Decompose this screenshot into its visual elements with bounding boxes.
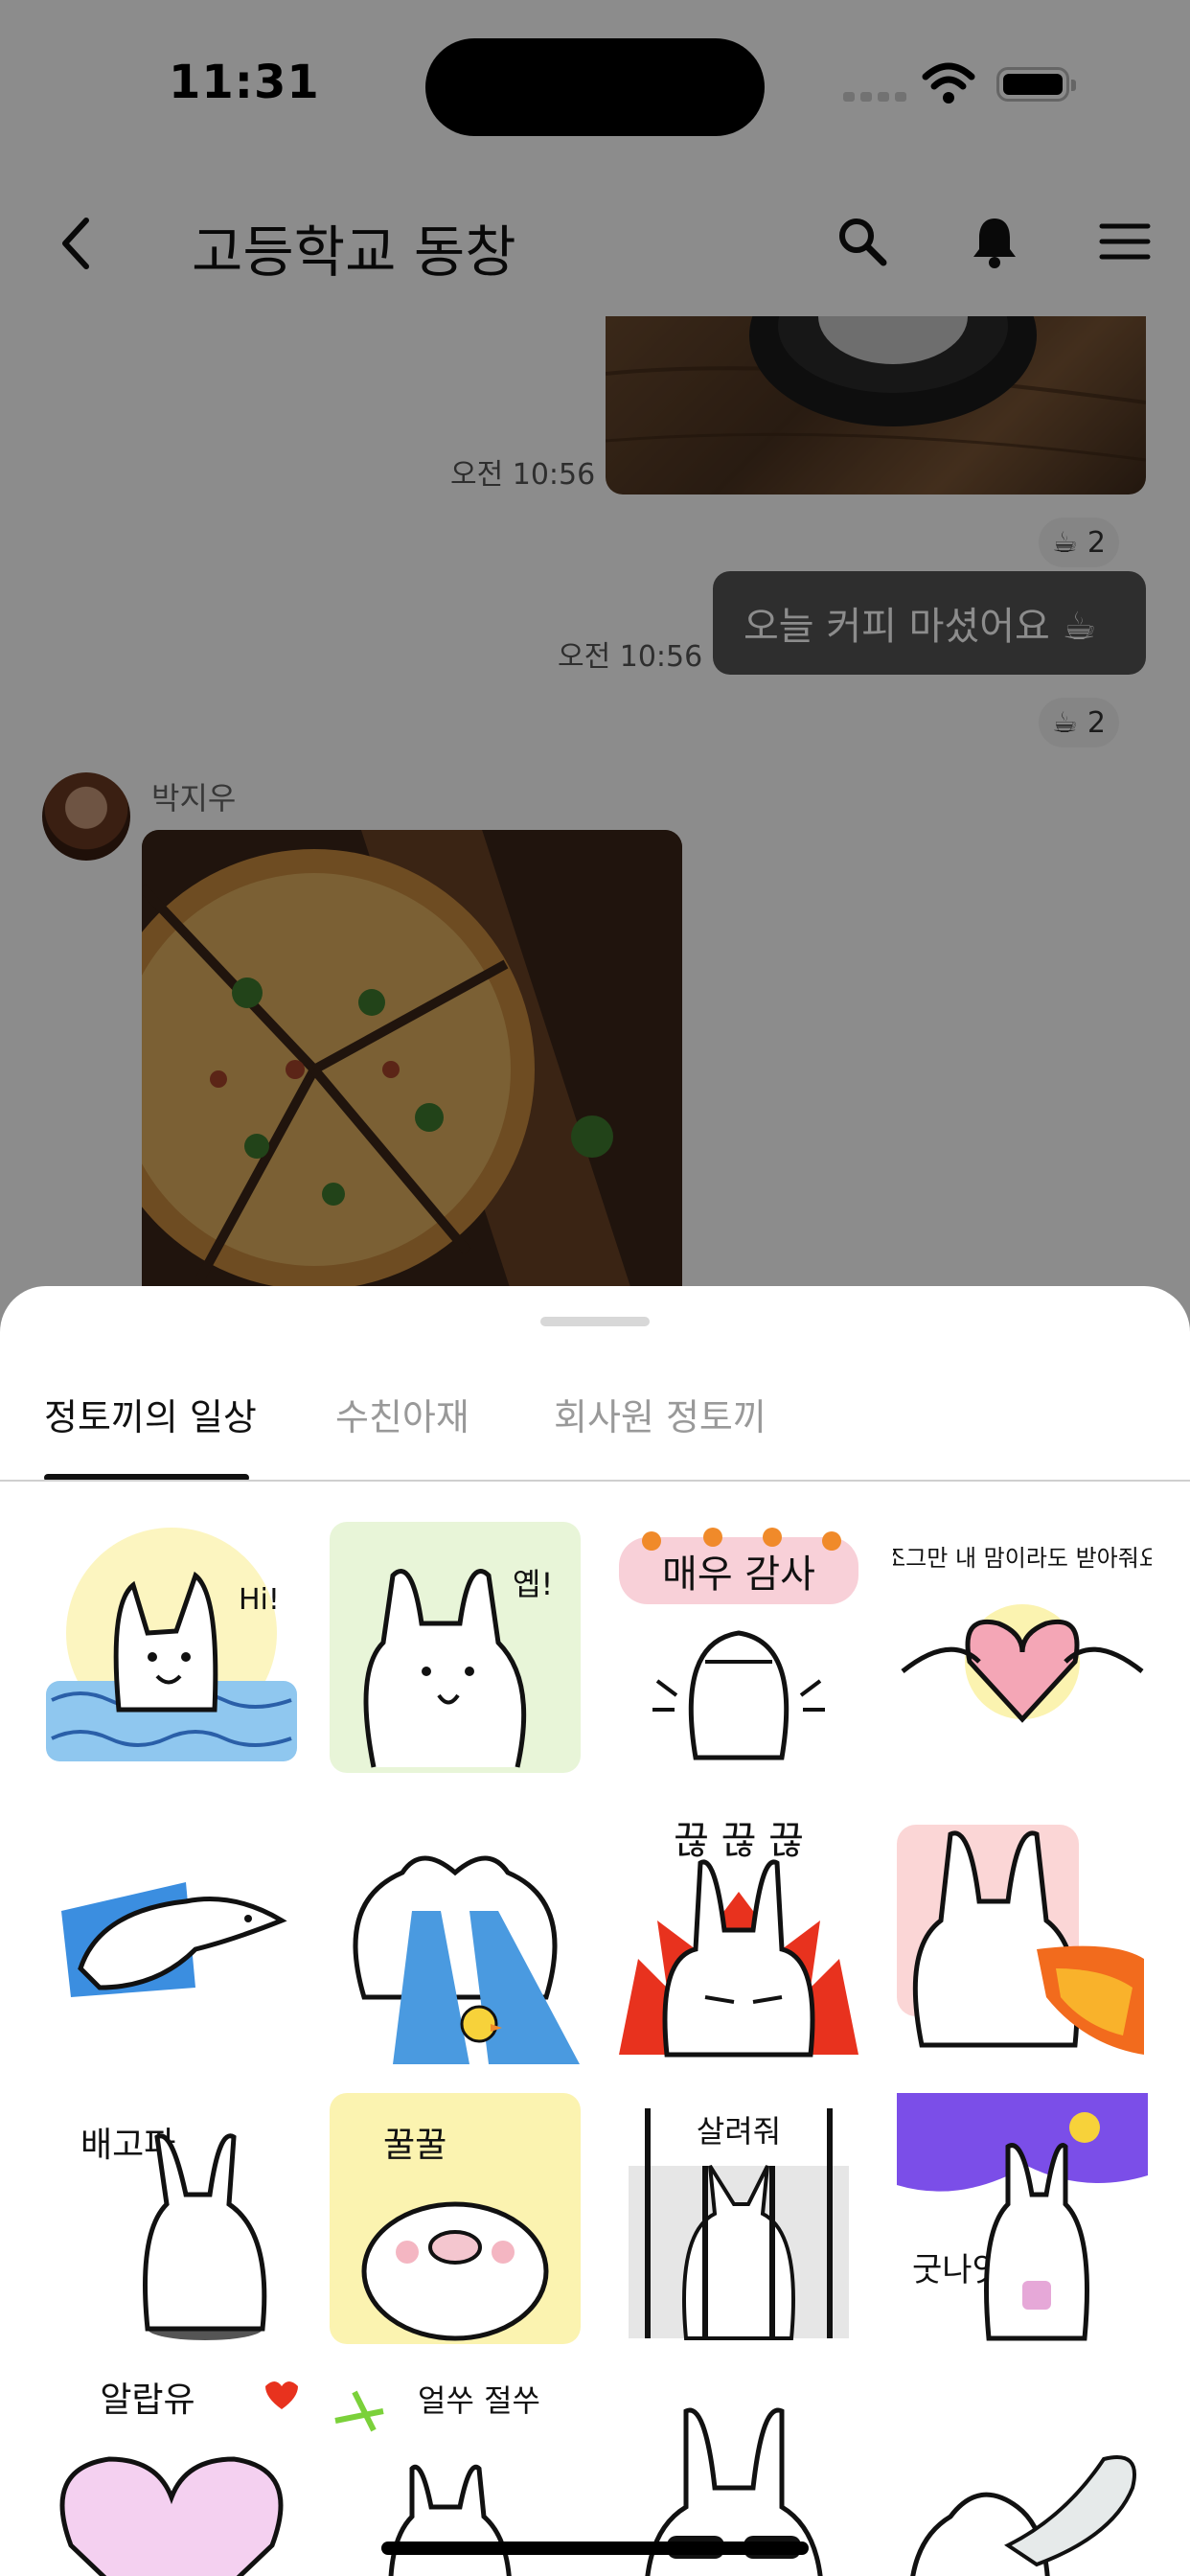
- sticker-rabbit-hi[interactable]: Hi!: [42, 1518, 301, 1777]
- sticker-rabbit-dolphin[interactable]: [42, 1806, 301, 2064]
- sticker-text: 꿀꿀: [383, 2126, 446, 2165]
- sticker-good-night[interactable]: 굿나잇: [893, 2089, 1152, 2348]
- tab-divider: [0, 1480, 1190, 1482]
- sticker-text: 끊 끊 끊: [674, 1819, 804, 1863]
- sticker-text: 얼쑤 절쑤: [418, 2382, 540, 2419]
- sticker-text: 알랍유: [100, 2380, 195, 2420]
- sticker-my-heart[interactable]: 조그만 내 맘이라도 받아줘요: [884, 1518, 1160, 1777]
- sticker-text: 옙!: [513, 1566, 553, 1602]
- sticker-rabbit-tears-duck[interactable]: [326, 1806, 584, 2064]
- sticker-text: Hi!: [239, 1583, 280, 1617]
- sticker-hungry[interactable]: 배고파: [42, 2089, 301, 2348]
- home-indicator[interactable]: [381, 2542, 809, 2555]
- sticker-thank-you[interactable]: 매우 감사: [609, 1518, 868, 1777]
- sheet-handle[interactable]: [540, 1317, 650, 1326]
- chat-screen: 11:31 고등학교 동창 오전 10:56 ☕ 2 오전 10:56 오늘 커…: [0, 0, 1190, 2576]
- tab-suchin-ajae[interactable]: 수친아재: [335, 1388, 469, 1440]
- sticker-love-you[interactable]: 알랍유: [42, 2373, 301, 2576]
- sticker-save-me[interactable]: 살려줘: [609, 2089, 868, 2348]
- sticker-text: 살려줘: [697, 2113, 781, 2150]
- dim-overlay[interactable]: [0, 0, 1190, 1342]
- sticker-text: 조그만 내 맘이라도 받아줘요: [893, 1545, 1152, 1572]
- tab-jeongtokki-daily[interactable]: 정토끼의 일상: [44, 1388, 257, 1440]
- sticker-text: 매우 감사: [662, 1552, 815, 1597]
- sticker-pig-oink[interactable]: 꿀꿀: [326, 2089, 584, 2348]
- sticker-bye[interactable]: 빠잉: [835, 2373, 1152, 2576]
- sticker-rabbit-yep[interactable]: 옙!: [326, 1518, 584, 1777]
- tab-office-jeongtokki[interactable]: 회사원 정토끼: [554, 1388, 767, 1440]
- sticker-rabbit-fire-breath[interactable]: [893, 1806, 1152, 2064]
- sticker-rabbit-angry[interactable]: 끊 끊 끊: [609, 1806, 868, 2064]
